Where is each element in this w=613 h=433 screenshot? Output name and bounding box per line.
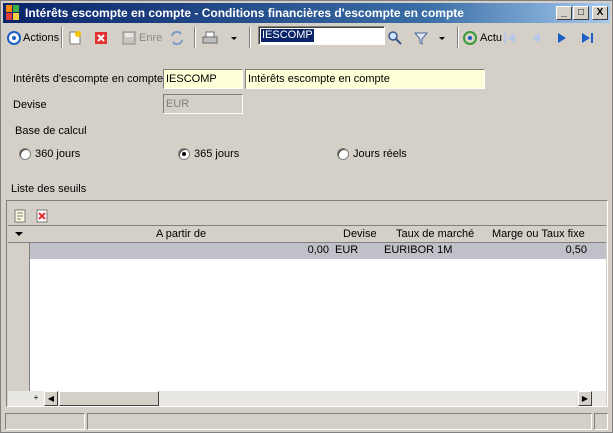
currency-label: Devise [13,99,47,111]
calc-base-label: Base de calcul [15,125,87,137]
sync-icon [171,30,183,45]
save-icon [122,31,136,44]
cell-market-rate[interactable]: EURIBOR 1M [384,244,452,256]
cell-from[interactable]: 0,00 [279,244,329,256]
delete-button[interactable] [93,27,109,48]
currency-field: EUR [163,94,243,114]
actions-button[interactable]: Actions [7,27,59,48]
new-document-icon [69,30,81,44]
grid-add-row-button[interactable] [12,205,28,226]
chevron-down-icon [439,36,445,40]
grid-toolbar [7,201,607,225]
scroll-left-button[interactable]: ◀ [44,391,58,406]
first-record-button[interactable] [502,27,518,48]
description-field[interactable]: Intérêts escompte en compte [245,69,485,89]
code-label: Intérêts d'escompte en compte [13,73,164,85]
window-title: Intérêts escompte en compte - Conditions… [25,6,464,20]
last-record-button[interactable] [579,27,595,48]
refresh-icon [463,30,477,45]
search-button[interactable] [387,27,403,48]
minimize-button[interactable]: _ [556,6,572,20]
toolbar: Actions Enre IESCOMP Actu [3,24,610,51]
column-menu-icon[interactable] [14,230,24,238]
next-icon [558,32,566,43]
main-window: Intérêts escompte en compte - Conditions… [0,0,613,433]
radio-365-label: 365 jours [194,148,240,160]
refresh-label: Actu [480,31,503,44]
col-header-margin[interactable]: Marge ou Taux fixe [492,228,585,240]
radio-365-days[interactable]: 365 jours [178,148,239,160]
cell-currency[interactable]: EUR [335,244,358,256]
search-value: IESCOMP [261,29,314,42]
actions-icon [7,30,21,45]
grid-delete-row-button[interactable] [34,205,50,226]
radio-real-label: Jours réels [353,148,407,160]
code-field[interactable]: IESCOMP [163,69,243,89]
print-dropdown[interactable] [229,27,239,48]
maximize-button[interactable]: □ [573,6,589,20]
search-icon [388,30,402,45]
thresholds-grid: A partir de Devise Taux de marché Marge … [6,200,608,407]
printer-icon [202,31,218,43]
grid-add-symbol[interactable]: + [29,391,43,406]
save-label: Enre [139,31,163,44]
radio-indicator [19,148,31,160]
grid-header: A partir de Devise Taux de marché Marge … [8,226,606,243]
horizontal-scrollbar[interactable]: + ◀ ▶ [8,391,606,406]
chevron-down-icon [231,36,237,40]
radio-indicator [337,148,349,160]
filter-button[interactable] [413,27,429,48]
radio-360-days[interactable]: 360 jours [19,148,80,160]
last-icon [582,32,593,43]
thresholds-title: Liste des seuils [11,183,87,195]
sync-button[interactable] [169,27,185,48]
app-icon [6,5,20,21]
title-bar: Intérêts escompte en compte - Conditions… [3,3,610,23]
next-record-button[interactable] [554,27,570,48]
radio-real-days[interactable]: Jours réels [337,148,407,160]
scroll-thumb[interactable] [59,391,159,406]
close-button[interactable]: X [592,6,608,20]
radio-indicator-selected [178,148,190,160]
col-header-currency[interactable]: Devise [343,228,377,240]
new-row-icon [14,209,26,222]
previous-icon [532,32,540,43]
save-button[interactable]: Enre [121,27,162,48]
refresh-button[interactable]: Actu [462,27,502,48]
scroll-right-button[interactable]: ▶ [578,391,592,406]
search-input[interactable]: IESCOMP [258,26,385,45]
delete-row-icon [36,209,48,222]
radio-360-label: 360 jours [35,148,81,160]
previous-record-button[interactable] [528,27,544,48]
status-panel-1 [5,413,85,430]
first-icon [504,32,515,43]
filter-icon [413,32,429,45]
col-header-market-rate[interactable]: Taux de marché [396,228,474,240]
status-panel-2 [87,413,592,430]
grid-body: A partir de Devise Taux de marché Marge … [8,225,606,392]
size-grip[interactable] [594,413,608,430]
delete-icon [95,31,107,44]
filter-dropdown[interactable] [437,27,447,48]
row-selector-column [8,243,30,392]
new-button[interactable] [67,27,83,48]
actions-label: Actions [23,31,60,44]
status-bar [3,412,610,431]
cell-margin[interactable]: 0,50 [550,244,587,256]
col-header-from[interactable]: A partir de [156,228,206,240]
print-button[interactable] [202,27,218,48]
table-row[interactable]: 0,00 EUR EURIBOR 1M 0,50 [30,243,606,259]
